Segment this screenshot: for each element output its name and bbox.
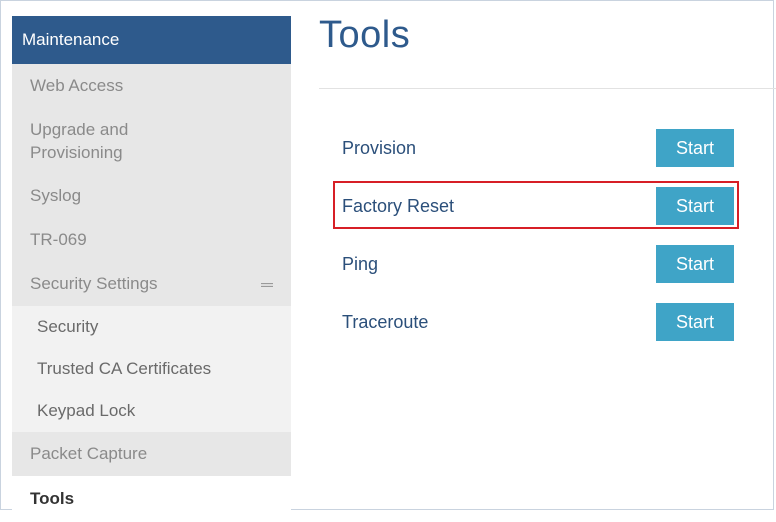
tool-row-ping: Ping Start bbox=[342, 245, 734, 283]
sidebar-item-label: Upgrade and Provisioning bbox=[30, 120, 129, 162]
sidebar-item-packet-capture[interactable]: Packet Capture bbox=[12, 432, 291, 476]
sidebar-subitem-trusted-ca-certificates[interactable]: Trusted CA Certificates bbox=[12, 348, 291, 390]
sidebar-item-web-access[interactable]: Web Access bbox=[12, 64, 291, 108]
factory-reset-highlight bbox=[333, 181, 739, 229]
minus-icon[interactable] bbox=[261, 283, 273, 287]
sidebar: Maintenance Web Access Upgrade and Provi… bbox=[12, 16, 291, 522]
tool-label: Ping bbox=[342, 254, 379, 274]
tool-label: Provision bbox=[342, 138, 417, 158]
tool-row-traceroute: Traceroute Start bbox=[342, 303, 734, 341]
provision-start-button[interactable]: Start bbox=[656, 129, 734, 167]
sidebar-item-tr-069[interactable]: TR-069 bbox=[12, 218, 291, 262]
traceroute-start-button[interactable]: Start bbox=[656, 303, 734, 341]
sidebar-item-tools[interactable]: Tools bbox=[12, 476, 291, 522]
sidebar-item-upgrade-provisioning[interactable]: Upgrade and Provisioning bbox=[12, 108, 291, 174]
ping-start-button[interactable]: Start bbox=[656, 245, 734, 283]
sidebar-item-security-settings[interactable]: Security Settings bbox=[12, 262, 291, 306]
tool-label: Traceroute bbox=[342, 312, 429, 332]
page-title: Tools bbox=[319, 14, 411, 56]
sidebar-header-maintenance[interactable]: Maintenance bbox=[12, 16, 291, 64]
tool-row-provision: Provision Start bbox=[342, 129, 734, 167]
sidebar-subitem-keypad-lock[interactable]: Keypad Lock bbox=[12, 390, 291, 432]
sidebar-item-label: Security Settings bbox=[30, 274, 158, 293]
title-divider bbox=[319, 88, 776, 89]
sidebar-subitem-security[interactable]: Security bbox=[12, 306, 291, 348]
sidebar-item-syslog[interactable]: Syslog bbox=[12, 174, 291, 218]
